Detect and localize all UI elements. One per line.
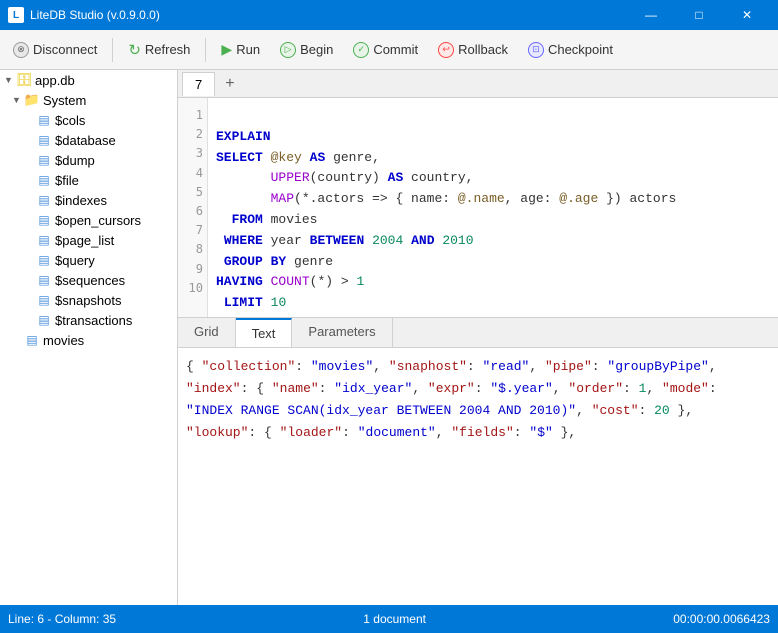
sidebar-label-system: System xyxy=(43,93,86,108)
tab-parameters[interactable]: Parameters xyxy=(292,318,392,347)
sidebar-label-cols: $cols xyxy=(55,113,85,128)
main-layout: ▼ 🗄 app.db ▼ 📁 System ▤ $cols ▤ $databas… xyxy=(0,70,778,605)
refresh-button[interactable]: ↻ Refresh xyxy=(119,34,199,66)
tab-grid[interactable]: Grid xyxy=(178,318,236,347)
sidebar-item-movies[interactable]: ▤ movies xyxy=(0,330,177,350)
disconnect-button[interactable]: ⊗ Disconnect xyxy=(4,34,106,66)
status-time: 00:00:00.0066423 xyxy=(673,612,770,626)
table-icon-sequences: ▤ xyxy=(36,272,52,288)
checkpoint-icon: ⊡ xyxy=(528,42,544,58)
line-numbers: 1 2 3 4 5 6 7 8 9 10 xyxy=(178,98,208,317)
table-icon-movies: ▤ xyxy=(24,332,40,348)
toolbar-separator-2 xyxy=(205,38,206,62)
table-icon-dump: ▤ xyxy=(36,152,52,168)
sidebar-item-sequences[interactable]: ▤ $sequences xyxy=(0,270,177,290)
minimize-button[interactable]: — xyxy=(628,0,674,30)
db-icon: 🗄 xyxy=(16,72,32,88)
sidebar: ▼ 🗄 app.db ▼ 📁 System ▤ $cols ▤ $databas… xyxy=(0,70,178,605)
code-editor[interactable]: EXPLAIN SELECT @key AS genre, UPPER(coun… xyxy=(208,98,778,317)
commit-button[interactable]: ✓ Commit xyxy=(344,34,427,66)
title-bar-left: L LiteDB Studio (v.0.9.0.0) xyxy=(8,7,160,23)
status-doc-count: 1 document xyxy=(363,612,426,626)
sidebar-item-database[interactable]: ▤ $database xyxy=(0,130,177,150)
maximize-button[interactable]: □ xyxy=(676,0,722,30)
begin-icon: ▷ xyxy=(280,42,296,58)
status-line-col: Line: 6 - Column: 35 xyxy=(8,612,116,626)
table-icon-cols: ▤ xyxy=(36,112,52,128)
folder-icon-system: 📁 xyxy=(24,92,40,108)
sidebar-label-transactions: $transactions xyxy=(55,313,132,328)
disconnect-icon: ⊗ xyxy=(13,42,29,58)
content-area: 7 + 1 2 3 4 5 6 7 8 9 10 EXPLAIN SELECT … xyxy=(178,70,778,605)
table-icon-snapshots: ▤ xyxy=(36,292,52,308)
tab-text[interactable]: Text xyxy=(236,318,293,347)
sidebar-label-page-list: $page_list xyxy=(55,233,114,248)
sidebar-label-indexes: $indexes xyxy=(55,193,107,208)
sidebar-label-snapshots: $snapshots xyxy=(55,293,122,308)
table-icon-query: ▤ xyxy=(36,252,52,268)
commit-icon: ✓ xyxy=(353,42,369,58)
result-tabs-bar: Grid Text Parameters xyxy=(178,318,778,348)
checkpoint-button[interactable]: ⊡ Checkpoint xyxy=(519,34,622,66)
table-icon-file: ▤ xyxy=(36,172,52,188)
editor-tab-7[interactable]: 7 xyxy=(182,72,215,96)
sidebar-label-open-cursors: $open_cursors xyxy=(55,213,141,228)
sidebar-item-system[interactable]: ▼ 📁 System xyxy=(0,90,177,110)
table-icon-page-list: ▤ xyxy=(36,232,52,248)
sidebar-item-indexes[interactable]: ▤ $indexes xyxy=(0,190,177,210)
sidebar-label-database: $database xyxy=(55,133,116,148)
sidebar-label-sequences: $sequences xyxy=(55,273,125,288)
tree-arrow-system: ▼ xyxy=(12,95,24,105)
close-button[interactable]: ✕ xyxy=(724,0,770,30)
editor-tab-add[interactable]: + xyxy=(217,71,242,97)
sidebar-label-movies: movies xyxy=(43,333,84,348)
sidebar-item-page-list[interactable]: ▤ $page_list xyxy=(0,230,177,250)
sidebar-item-snapshots[interactable]: ▤ $snapshots xyxy=(0,290,177,310)
app-icon: L xyxy=(8,7,24,23)
sidebar-label-query: $query xyxy=(55,253,95,268)
title-bar: L LiteDB Studio (v.0.9.0.0) — □ ✕ xyxy=(0,0,778,30)
title-controls[interactable]: — □ ✕ xyxy=(628,0,770,30)
tree-arrow: ▼ xyxy=(4,75,16,85)
editor-area: 1 2 3 4 5 6 7 8 9 10 EXPLAIN SELECT @key… xyxy=(178,98,778,318)
table-icon-transactions: ▤ xyxy=(36,312,52,328)
sidebar-label-file: $file xyxy=(55,173,79,188)
sidebar-item-open-cursors[interactable]: ▤ $open_cursors xyxy=(0,210,177,230)
sidebar-label-dump: $dump xyxy=(55,153,95,168)
run-button[interactable]: ▶ Run xyxy=(212,34,269,66)
begin-button[interactable]: ▷ Begin xyxy=(271,34,342,66)
sidebar-item-file[interactable]: ▤ $file xyxy=(0,170,177,190)
table-icon-indexes: ▤ xyxy=(36,192,52,208)
sidebar-item-query[interactable]: ▤ $query xyxy=(0,250,177,270)
refresh-icon: ↻ xyxy=(128,41,141,59)
toolbar: ⊗ Disconnect ↻ Refresh ▶ Run ▷ Begin ✓ C… xyxy=(0,30,778,70)
status-bar: Line: 6 - Column: 35 1 document 00:00:00… xyxy=(0,605,778,633)
sidebar-item-transactions[interactable]: ▤ $transactions xyxy=(0,310,177,330)
table-icon-open-cursors: ▤ xyxy=(36,212,52,228)
rollback-icon: ↩ xyxy=(438,42,454,58)
result-area[interactable]: { "collection": "movies", "snaphost": "r… xyxy=(178,348,778,605)
sidebar-item-cols[interactable]: ▤ $cols xyxy=(0,110,177,130)
run-icon: ▶ xyxy=(221,41,232,58)
rollback-button[interactable]: ↩ Rollback xyxy=(429,34,517,66)
sidebar-label-appdb: app.db xyxy=(35,73,75,88)
table-icon-database: ▤ xyxy=(36,132,52,148)
sidebar-item-appdb[interactable]: ▼ 🗄 app.db xyxy=(0,70,177,90)
toolbar-separator-1 xyxy=(112,38,113,62)
editor-tab-bar: 7 + xyxy=(178,70,778,98)
app-title: LiteDB Studio (v.0.9.0.0) xyxy=(30,8,160,22)
sidebar-item-dump[interactable]: ▤ $dump xyxy=(0,150,177,170)
